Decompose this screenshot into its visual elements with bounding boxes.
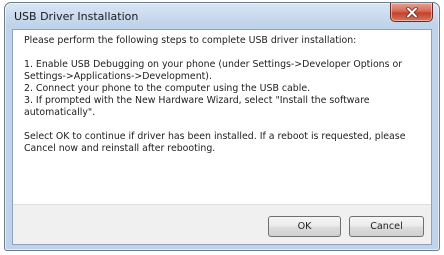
message-area: Please perform the following steps to co… bbox=[13, 30, 431, 204]
step-3-line-2: automatically". bbox=[24, 107, 96, 118]
cancel-button[interactable]: Cancel bbox=[349, 216, 424, 237]
outro-line-1: Select OK to continue if driver has been… bbox=[24, 131, 406, 142]
close-button[interactable] bbox=[390, 3, 433, 22]
title-bar[interactable]: USB Driver Installation bbox=[5, 3, 439, 30]
ok-button[interactable]: OK bbox=[268, 216, 341, 237]
dialog-window: USB Driver Installation Please perform t… bbox=[4, 2, 440, 251]
step-1-line-1: 1. Enable USB Debugging on your phone (u… bbox=[24, 59, 403, 70]
intro-text: Please perform the following steps to co… bbox=[24, 35, 357, 46]
close-icon bbox=[406, 7, 418, 18]
outro-line-2: Cancel now and reinstall after rebooting… bbox=[24, 143, 216, 154]
window-title: USB Driver Installation bbox=[14, 10, 139, 23]
step-2: 2. Connect your phone to the computer us… bbox=[24, 83, 311, 94]
step-3-line-1: 3. If prompted with the New Hardware Wiz… bbox=[24, 95, 370, 106]
button-bar: OK Cancel bbox=[13, 204, 431, 244]
step-1-line-2: Settings->Applications->Development). bbox=[24, 71, 212, 82]
dialog-client-area: Please perform the following steps to co… bbox=[12, 29, 432, 245]
